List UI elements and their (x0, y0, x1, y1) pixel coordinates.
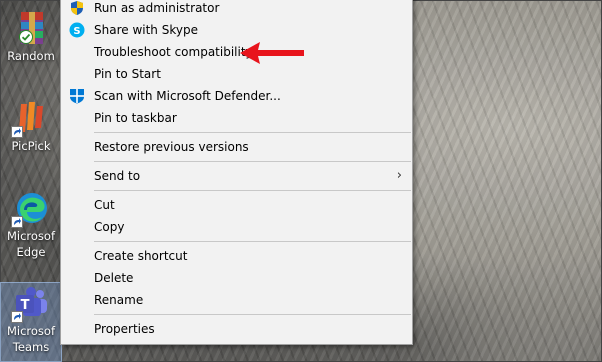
menu-item-scan-with-defender[interactable]: Scan with Microsoft Defender... (61, 85, 412, 107)
menu-item-label: Rename (94, 293, 144, 307)
menu-item-label: Pin to Start (94, 67, 161, 81)
desktop-icon-picpick[interactable]: PicPick (0, 98, 62, 154)
menu-item-send-to[interactable]: Send to › (61, 165, 412, 187)
menu-item-delete[interactable]: Delete (61, 267, 412, 289)
edge-browser-icon (11, 188, 51, 228)
menu-item-pin-to-taskbar[interactable]: Pin to taskbar (61, 107, 412, 129)
menu-item-label: Properties (94, 322, 155, 336)
menu-item-restore-previous-versions[interactable]: Restore previous versions (61, 136, 412, 158)
menu-item-label: Pin to taskbar (94, 111, 177, 125)
desktop-icon-label-line2: Teams (12, 340, 50, 354)
menu-separator (94, 132, 411, 133)
menu-item-label: Scan with Microsoft Defender... (94, 89, 281, 103)
menu-item-label: Run as administrator (94, 1, 220, 15)
menu-item-properties[interactable]: Properties (61, 318, 412, 340)
skype-icon: S (69, 22, 85, 38)
menu-item-cut[interactable]: Cut (61, 194, 412, 216)
shortcut-arrow-icon (11, 311, 23, 323)
menu-item-label: Troubleshoot compatibility (94, 45, 253, 59)
menu-item-label: Send to (94, 169, 141, 183)
uac-shield-icon (69, 0, 85, 16)
desktop-icon-label-line1: Microsof (6, 229, 56, 243)
menu-item-copy[interactable]: Copy (61, 216, 412, 238)
menu-item-label: Cut (94, 198, 115, 212)
shortcut-arrow-icon (11, 126, 23, 138)
desktop-icon-teams[interactable]: T Microsof Teams (0, 282, 62, 362)
svg-text:S: S (73, 26, 80, 37)
menu-item-label: Delete (94, 271, 134, 285)
menu-item-rename[interactable]: Rename (61, 289, 412, 311)
desktop-icon-random[interactable]: Random (0, 8, 62, 64)
desktop-icon-label: Random (7, 49, 55, 63)
submenu-chevron-right-icon: › (396, 168, 402, 183)
menu-item-pin-to-start[interactable]: Pin to Start (61, 63, 412, 85)
menu-item-label: Restore previous versions (94, 140, 249, 154)
desktop-icon-label-line1: Microsof (6, 324, 56, 338)
menu-separator (94, 161, 411, 162)
teams-icon: T (11, 283, 51, 323)
menu-item-create-shortcut[interactable]: Create shortcut (61, 245, 412, 267)
menu-item-label: Share with Skype (94, 23, 198, 37)
menu-separator (94, 190, 411, 191)
menu-item-run-as-administrator[interactable]: Run as administrator (61, 0, 412, 19)
annotation-arrow-icon (240, 42, 304, 64)
menu-separator (94, 241, 411, 242)
menu-item-share-with-skype[interactable]: S Share with Skype (61, 19, 412, 41)
desktop-icon-label-line2: Edge (16, 245, 46, 259)
shortcut-arrow-icon (11, 216, 23, 228)
context-menu: Run as administrator S Share with Skype … (60, 0, 413, 345)
sync-check-icon (19, 30, 33, 44)
desktop-icon-label: PicPick (11, 139, 51, 153)
defender-shield-icon (69, 88, 85, 104)
menu-item-troubleshoot-compatibility[interactable]: Troubleshoot compatibility (61, 41, 412, 63)
desktop-icon-edge[interactable]: Microsof Edge (0, 188, 62, 260)
winrar-archive-icon (11, 8, 51, 48)
menu-item-label: Create shortcut (94, 249, 188, 263)
picpick-icon (11, 98, 51, 138)
menu-separator (94, 314, 411, 315)
menu-item-label: Copy (94, 220, 125, 234)
